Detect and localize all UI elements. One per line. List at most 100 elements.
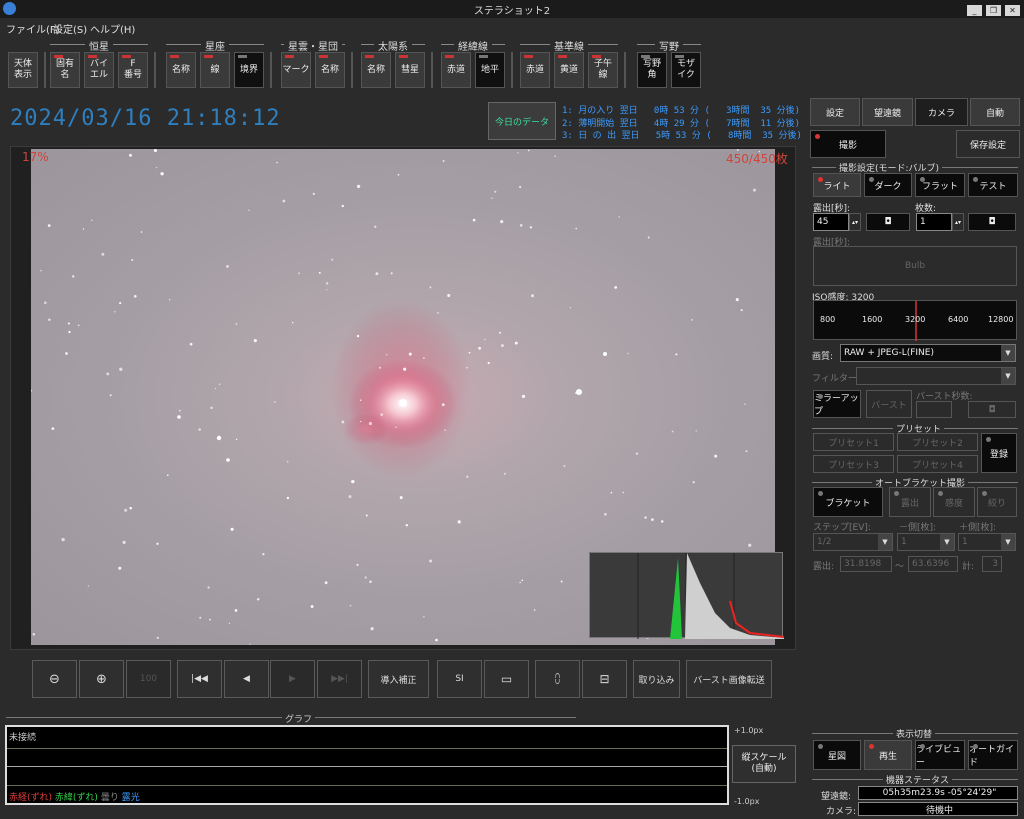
quality-select[interactable]: RAW + JPEG-L(FINE) ▼	[840, 344, 1016, 362]
vertical-scale-button[interactable]: 縦スケール (自動)	[732, 745, 796, 783]
minimize-button[interactable]: _	[967, 5, 982, 16]
toolbar-toggle-button[interactable]: 線	[200, 52, 230, 88]
telescope-status-label: 望遠鏡:	[821, 792, 852, 802]
toolbar-toggle-button[interactable]: 黄道	[554, 52, 584, 88]
preset-2-button[interactable]: プリセット2	[897, 433, 978, 451]
mirror-up-button[interactable]: ミラーアップ	[813, 390, 861, 418]
histogram	[589, 552, 785, 639]
toolbar-toggle-button[interactable]: 写野 角	[637, 52, 667, 88]
toolbar-button-label: 写野 角	[642, 59, 661, 80]
menu-help[interactable]: ヘルプ(H)	[90, 21, 135, 36]
toggle-indicator	[365, 55, 374, 58]
menu-settings[interactable]: 設定(S)	[53, 21, 87, 36]
minus-side-select[interactable]: 1 ▼	[897, 533, 955, 551]
folder-button[interactable]: ▭	[484, 660, 529, 698]
shoot-button[interactable]: 撮影	[810, 130, 886, 158]
mode-flat-button[interactable]: フラット	[915, 173, 965, 197]
bracket-button[interactable]: ブラケット	[813, 487, 883, 517]
iso-slider[interactable]: 800 1600 3200 6400 12800	[813, 300, 1017, 341]
tab-settings[interactable]: 設定	[810, 98, 860, 126]
zenith-display-button[interactable]: 天体 表示	[8, 52, 38, 88]
filter-select[interactable]: ▼	[856, 367, 1016, 385]
live-view-button[interactable]: ライブビュー	[915, 740, 965, 770]
toolbar-toggle-button[interactable]: 名称	[361, 52, 391, 88]
burst-label: バースト	[871, 400, 907, 411]
maximize-button[interactable]: ❐	[986, 5, 1001, 16]
toolbar-toggle-button[interactable]: 境界	[234, 52, 264, 88]
toolbar-toggle-button[interactable]: バイ エル	[84, 52, 114, 88]
toolbar-toggle-button[interactable]: マーク	[281, 52, 311, 88]
burst-seconds-reset-button[interactable]: ◘	[968, 401, 1016, 418]
frames-reset-button[interactable]: ◘	[968, 213, 1016, 231]
burst-transfer-button[interactable]: バースト画像転送	[686, 660, 772, 698]
exposure-stepper[interactable]: ▴▾	[849, 213, 861, 231]
zoom-in-button[interactable]: ⊕	[79, 660, 124, 698]
exposure-min-field: 31.8198	[840, 556, 892, 572]
guide-correction-button[interactable]: 導入補正	[368, 660, 429, 698]
close-button[interactable]: ✕	[1005, 5, 1020, 16]
toolbar-toggle-button[interactable]: 子午 線	[588, 52, 618, 88]
frames-input[interactable]: 1	[916, 213, 952, 231]
legend-ra: 赤経(ずれ)	[9, 793, 53, 803]
preset-1-button[interactable]: プリセット1	[813, 433, 894, 451]
today-data-button[interactable]: 今日のデータ	[488, 102, 556, 140]
mode-light-button[interactable]: ライト	[813, 173, 861, 197]
toolbar-button-label: 固有 名	[55, 59, 74, 80]
toolbar-toggle-button[interactable]: 名称	[315, 52, 345, 88]
bracket-iso-label: 感度	[944, 498, 963, 509]
toolbar-button-label: 地平	[480, 64, 499, 75]
zoom-out-button[interactable]: ⊖	[32, 660, 77, 698]
histogram-icon-button[interactable]: ⩇	[535, 660, 580, 698]
event-row: 3: 日 の 出 翌日 5時 53 分 ( 8時間 35 分後)	[562, 131, 802, 141]
step-select[interactable]: 1/2 ▼	[813, 533, 893, 551]
actual-size-button[interactable]: 100	[126, 660, 171, 698]
bracket-exposure-button[interactable]: 露出	[889, 487, 931, 517]
tab-auto[interactable]: 自動	[970, 98, 1020, 126]
mode-indicator	[973, 177, 978, 182]
auto-guide-button[interactable]: オートガイド	[968, 740, 1018, 770]
import-button[interactable]: 取り込み	[633, 660, 680, 698]
playback-button[interactable]: 再生	[864, 740, 912, 770]
first-frame-button[interactable]: |◀◀	[177, 660, 222, 698]
preset-4-button[interactable]: プリセット4	[897, 455, 978, 473]
toggle-indicator	[238, 55, 247, 58]
frames-stepper[interactable]: ▴▾	[952, 213, 964, 231]
register-preset-button[interactable]: 登録	[981, 433, 1017, 473]
exposure-input[interactable]: 45	[813, 213, 849, 231]
save-settings-button[interactable]: 保存設定	[956, 130, 1020, 158]
exposure-max-field: 63.6396	[908, 556, 958, 572]
star-chart-button[interactable]: 星図	[813, 740, 861, 770]
bracket-exposure-indicator	[894, 491, 899, 496]
mode-dark-button[interactable]: ダーク	[864, 173, 912, 197]
toolbar-toggle-button[interactable]: モザ イク	[671, 52, 701, 88]
plus-side-select[interactable]: 1 ▼	[958, 533, 1016, 551]
burst-seconds-input[interactable]	[916, 401, 952, 418]
burst-button[interactable]: バースト	[866, 390, 912, 418]
toolbar-toggle-button[interactable]: 固有 名	[50, 52, 80, 88]
exposure-reset-button[interactable]: ◘	[866, 213, 910, 231]
mode-test-button[interactable]: テスト	[968, 173, 1018, 197]
prev-frame-button[interactable]: ◀	[224, 660, 269, 698]
tab-telescope[interactable]: 望遠鏡	[862, 98, 913, 126]
bracket-iso-button[interactable]: 感度	[933, 487, 975, 517]
si-button[interactable]: SI	[437, 660, 482, 698]
toolbar-toggle-button[interactable]: 名称	[166, 52, 196, 88]
step-value: 1/2	[817, 537, 832, 547]
play-button[interactable]: ▶	[270, 660, 315, 698]
bracket-exposure-label: 露出	[900, 498, 919, 509]
toolbar-toggle-button[interactable]: F 番号	[118, 52, 148, 88]
toolbar-toggle-button[interactable]: 赤道	[441, 52, 471, 88]
bulb-slider[interactable]: Bulb	[813, 246, 1017, 286]
preset-3-button[interactable]: プリセット3	[813, 455, 894, 473]
toolbar-separator	[624, 52, 626, 88]
menu-file[interactable]: ファイル(F)	[6, 21, 60, 36]
compare-icon-button[interactable]: ⊟	[582, 660, 627, 698]
toolbar-toggle-button[interactable]: 彗星	[395, 52, 425, 88]
last-frame-button[interactable]: ▶▶|	[317, 660, 362, 698]
star-chart-label: 星図	[827, 751, 846, 762]
toolbar-toggle-button[interactable]: 地平	[475, 52, 505, 88]
bracket-aperture-button[interactable]: 絞り	[977, 487, 1017, 517]
tab-camera[interactable]: カメラ	[915, 98, 968, 126]
bulb-label: Bulb	[904, 261, 926, 271]
toolbar-toggle-button[interactable]: 赤道	[520, 52, 550, 88]
